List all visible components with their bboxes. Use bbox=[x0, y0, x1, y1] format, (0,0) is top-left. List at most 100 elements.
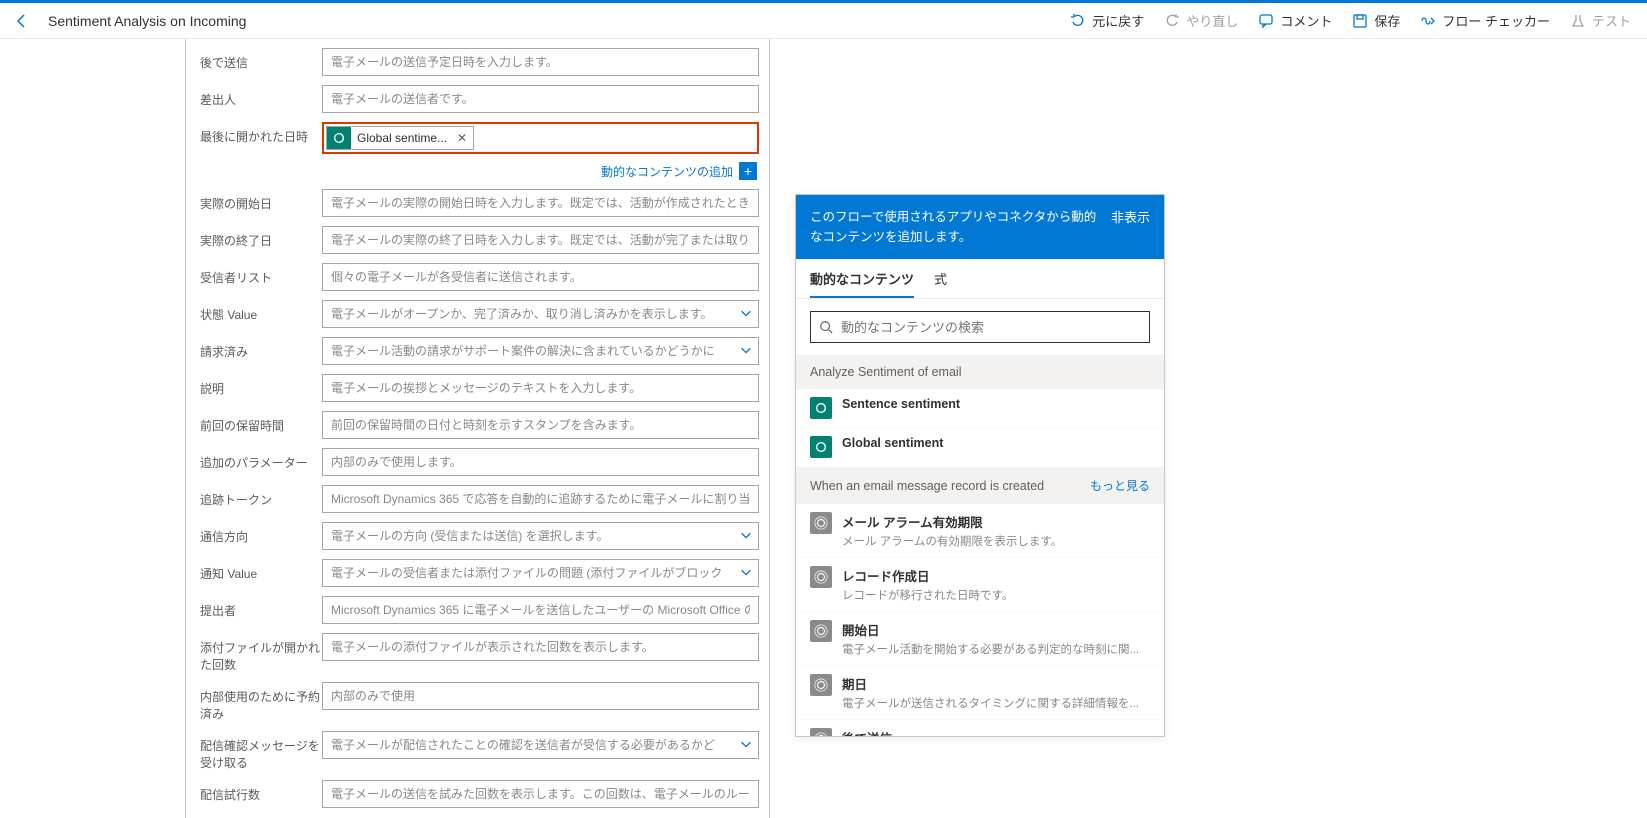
form-input[interactable] bbox=[322, 682, 759, 710]
form-input[interactable] bbox=[322, 263, 759, 291]
tab-expression[interactable]: 式 bbox=[934, 269, 947, 298]
item-title: 開始日 bbox=[842, 620, 1150, 639]
add-dynamic-content-link[interactable]: 動的なコンテンツの追加 + bbox=[601, 162, 757, 180]
form-label: 説明 bbox=[196, 374, 322, 397]
back-button[interactable] bbox=[8, 7, 36, 35]
form-row: 通知 Value bbox=[196, 559, 759, 587]
item-title: レコード作成日 bbox=[842, 566, 1150, 585]
dynamic-content-item[interactable]: 期日 電子メールが送信されるタイミングに関する詳細情報を... bbox=[796, 666, 1164, 720]
form-input[interactable] bbox=[322, 48, 759, 76]
save-button[interactable]: 保存 bbox=[1344, 7, 1408, 34]
token-field-selected[interactable]: Global sentime... ✕ bbox=[322, 122, 759, 154]
save-icon bbox=[1352, 13, 1368, 29]
undo-button[interactable]: 元に戻す bbox=[1062, 7, 1152, 34]
form-row: 状態 Value bbox=[196, 300, 759, 328]
test-icon bbox=[1570, 13, 1586, 29]
form-row: 請求済み bbox=[196, 337, 759, 365]
remove-token-button[interactable]: ✕ bbox=[451, 131, 473, 145]
form-input[interactable] bbox=[322, 522, 759, 550]
form-input[interactable] bbox=[322, 189, 759, 217]
redo-button: やり直し bbox=[1156, 7, 1246, 34]
form-label: 提出者 bbox=[196, 596, 322, 619]
form-row: 提出者 bbox=[196, 596, 759, 624]
form-row: 実際の終了日 bbox=[196, 226, 759, 254]
item-desc: 電子メール活動を開始する必要がある判定的な時刻に関... bbox=[842, 641, 1150, 657]
form-input[interactable] bbox=[322, 448, 759, 476]
form-input[interactable] bbox=[322, 596, 759, 624]
form-label: 配信試行数 bbox=[196, 780, 322, 803]
form-row: 添付ファイルが開かれた回数 bbox=[196, 633, 759, 673]
hide-panel-button[interactable]: 非表示 bbox=[1111, 207, 1150, 247]
form-input[interactable] bbox=[322, 300, 759, 328]
form-row: 後で送信 bbox=[196, 48, 759, 76]
form-label: 請求済み bbox=[196, 337, 322, 360]
panel-help-text: このフローで使用されるアプリやコネクタから動的なコンテンツを追加します。 bbox=[810, 207, 1103, 247]
dynamic-search-input[interactable] bbox=[841, 320, 1141, 335]
flow-checker-button[interactable]: フロー チェッカー bbox=[1412, 7, 1558, 34]
page-title: Sentiment Analysis on Incoming bbox=[48, 13, 246, 29]
form-row: 説明 bbox=[196, 374, 759, 402]
form-input[interactable] bbox=[322, 559, 759, 587]
form-label: 通知 Value bbox=[196, 559, 322, 582]
form-row: 実際の開始日 bbox=[196, 189, 759, 217]
form-input[interactable] bbox=[322, 226, 759, 254]
plus-icon: + bbox=[739, 162, 757, 180]
form-input[interactable] bbox=[322, 633, 759, 661]
section-email-created: When an email message record is created … bbox=[796, 467, 1164, 504]
cognitive-icon bbox=[810, 397, 832, 419]
form-row: 前回の保留時間 bbox=[196, 411, 759, 439]
dynamic-token[interactable]: Global sentime... ✕ bbox=[326, 126, 474, 150]
item-title: Sentence sentiment bbox=[842, 397, 1150, 411]
dynamic-content-panel: このフローで使用されるアプリやコネクタから動的なコンテンツを追加します。 非表示… bbox=[795, 194, 1165, 737]
form-row: 配信試行数 bbox=[196, 780, 759, 808]
form-label: 後で送信 bbox=[196, 48, 322, 71]
comment-icon bbox=[1258, 13, 1274, 29]
item-title: Global sentiment bbox=[842, 436, 1150, 450]
form-label: 受信者リスト bbox=[196, 263, 322, 286]
form-label: 添付ファイルが開かれた回数 bbox=[196, 633, 322, 673]
form-input[interactable] bbox=[322, 780, 759, 808]
dynamic-content-item[interactable]: レコード作成日 レコードが移行された日時です。 bbox=[796, 558, 1164, 612]
dynamic-content-item[interactable]: 開始日 電子メール活動を開始する必要がある判定的な時刻に関... bbox=[796, 612, 1164, 666]
dynamic-content-item[interactable]: 後で送信 電子メールの送信予定日時を入力します。 bbox=[796, 720, 1164, 736]
form-label: 実際の終了日 bbox=[196, 226, 322, 249]
dynamic-content-item[interactable]: メール アラーム有効期限 メール アラームの有効期限を表示します。 bbox=[796, 504, 1164, 558]
form-label: 追加のパラメーター bbox=[196, 448, 322, 471]
cognitive-icon bbox=[327, 127, 351, 149]
redo-icon bbox=[1164, 13, 1180, 29]
form-label: 配信確認メッセージを受け取る bbox=[196, 731, 322, 771]
connector-icon bbox=[810, 566, 832, 588]
form-row: 受信者リスト bbox=[196, 263, 759, 291]
item-desc: メール アラームの有効期限を表示します。 bbox=[842, 533, 1150, 549]
item-title: 後で送信 bbox=[842, 728, 1150, 736]
tab-dynamic-content[interactable]: 動的なコンテンツ bbox=[810, 269, 914, 298]
dynamic-search-box[interactable] bbox=[810, 311, 1150, 343]
see-more-link[interactable]: もっと見る bbox=[1090, 477, 1150, 494]
form-row-token: 最後に開かれた日時 Global sentime... ✕ bbox=[196, 122, 759, 154]
form-input[interactable] bbox=[322, 374, 759, 402]
form-label: 追跡トークン bbox=[196, 485, 322, 508]
item-title: 期日 bbox=[842, 674, 1150, 693]
form-label: 内部使用のために予約済み bbox=[196, 682, 322, 722]
search-icon bbox=[819, 320, 833, 334]
item-desc: 電子メールが送信されるタイミングに関する詳細情報を... bbox=[842, 695, 1150, 711]
form-row: 内部使用のために予約済み bbox=[196, 682, 759, 722]
connector-icon bbox=[810, 512, 832, 534]
connector-icon bbox=[810, 620, 832, 642]
form-input[interactable] bbox=[322, 411, 759, 439]
form-input[interactable] bbox=[322, 485, 759, 513]
form-row: 追跡トークン bbox=[196, 485, 759, 513]
connector-icon bbox=[810, 674, 832, 696]
form-input[interactable] bbox=[322, 337, 759, 365]
form-input[interactable] bbox=[322, 731, 759, 759]
form-label: 実際の開始日 bbox=[196, 189, 322, 212]
form-row: 差出人 bbox=[196, 85, 759, 113]
dynamic-content-item[interactable]: Global sentiment bbox=[796, 428, 1164, 467]
comment-button[interactable]: コメント bbox=[1250, 7, 1340, 34]
action-card: 後で送信 差出人 最後に開かれた日時 Global sentime... ✕ bbox=[185, 39, 770, 818]
form-input[interactable] bbox=[322, 85, 759, 113]
dynamic-content-item[interactable]: Sentence sentiment bbox=[796, 389, 1164, 428]
section-analyze-sentiment: Analyze Sentiment of email bbox=[796, 355, 1164, 389]
connector-icon bbox=[810, 728, 832, 736]
form-row: 追加のパラメーター bbox=[196, 448, 759, 476]
